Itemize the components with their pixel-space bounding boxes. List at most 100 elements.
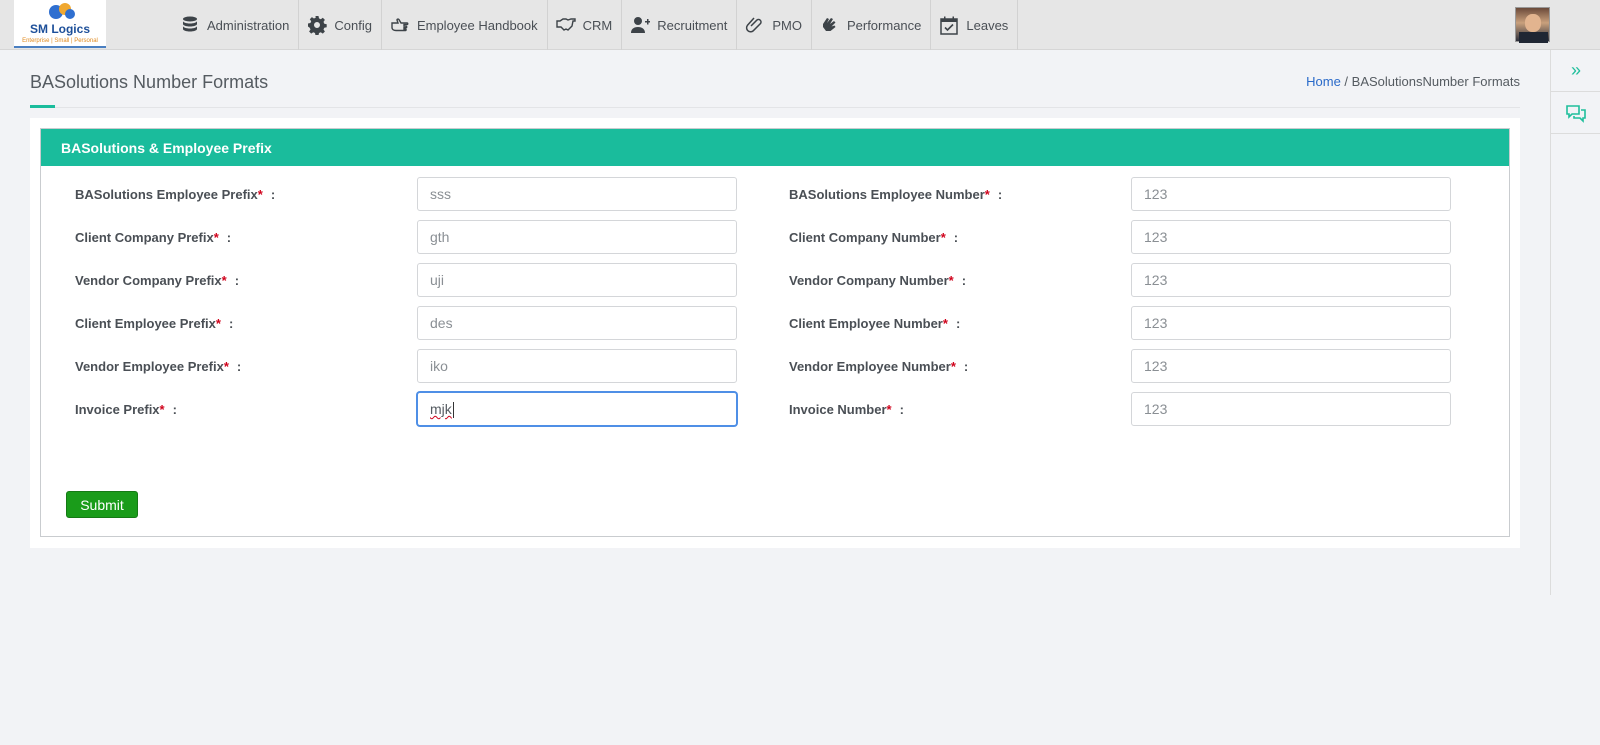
- main-nav: Administration Config Employee Handbook …: [172, 0, 1019, 50]
- number-input[interactable]: 123: [1131, 177, 1451, 211]
- nav-item-crm[interactable]: CRM: [548, 0, 623, 50]
- nav-item-performance[interactable]: Performance: [812, 0, 932, 50]
- nav-label: Performance: [846, 17, 922, 33]
- nav-item-employee-handbook[interactable]: Employee Handbook: [382, 0, 548, 50]
- nav-label: PMO: [772, 17, 802, 33]
- label-text: BASolutions Employee Number: [789, 187, 985, 202]
- label-colon: :: [953, 230, 959, 245]
- number-input[interactable]: 123: [1131, 392, 1451, 426]
- nav-item-config[interactable]: Config: [299, 0, 382, 50]
- label-colon: :: [172, 402, 177, 417]
- nav-item-recruitment[interactable]: Recruitment: [622, 0, 738, 50]
- chat-button[interactable]: [1551, 92, 1600, 134]
- nav-item-pmo[interactable]: PMO: [737, 0, 812, 50]
- right-sidebar: »: [1550, 50, 1600, 595]
- input-value: gth: [430, 229, 450, 245]
- label-text: Client Company Number: [789, 230, 941, 245]
- expand-sidebar-button[interactable]: »: [1551, 50, 1600, 92]
- prefix-field-label: BASolutions Employee Prefix*:: [75, 187, 275, 202]
- input-value: 123: [1144, 272, 1168, 288]
- nav-label: CRM: [582, 17, 613, 33]
- input-value: 123: [1144, 186, 1168, 202]
- input-value: sss: [430, 186, 451, 202]
- avatar[interactable]: [1515, 7, 1550, 43]
- double-chevron-right-icon: »: [1570, 60, 1581, 80]
- required-asterisk: *: [223, 359, 229, 374]
- number-field-label: Client Employee Number*:: [789, 316, 960, 331]
- label-text: Vendor Company Prefix: [75, 273, 222, 288]
- label-text: BASolutions Employee Prefix: [75, 187, 258, 202]
- brand-logo[interactable]: SM Logics Enterprise | Small | Personal: [14, 0, 106, 48]
- hand-pointer-icon: [391, 18, 409, 32]
- required-asterisk: *: [159, 402, 165, 417]
- nav-label: Recruitment: [657, 17, 728, 33]
- prefix-field-label: Invoice Prefix*:: [75, 402, 177, 417]
- title-underline: [30, 105, 55, 108]
- prefix-panel: BASolutions & Employee Prefix BASolution…: [40, 128, 1510, 537]
- label-text: Vendor Employee Number: [789, 359, 951, 374]
- input-value: uji: [430, 272, 445, 288]
- label-text: Invoice Number: [789, 402, 887, 417]
- breadcrumb-home-link[interactable]: Home: [1306, 74, 1341, 89]
- sign-language-icon: [822, 18, 836, 31]
- number-input[interactable]: 123: [1131, 306, 1451, 340]
- prefix-field-label: Vendor Company Prefix*:: [75, 273, 239, 288]
- input-value: 123: [1144, 315, 1168, 331]
- required-asterisk: *: [948, 273, 954, 288]
- nav-item-administration[interactable]: Administration: [172, 0, 300, 50]
- label-colon: :: [963, 359, 969, 374]
- nav-item-leaves[interactable]: Leaves: [931, 0, 1019, 50]
- input-value: 123: [1144, 358, 1168, 374]
- prefix-input[interactable]: des: [417, 306, 737, 340]
- number-field-label: Vendor Company Number*:: [789, 273, 966, 288]
- submit-button[interactable]: Submit: [66, 491, 138, 518]
- required-asterisk: *: [984, 187, 990, 202]
- input-value: iko: [430, 358, 448, 374]
- required-asterisk: *: [950, 359, 956, 374]
- number-input[interactable]: 123: [1131, 349, 1451, 383]
- prefix-input[interactable]: uji: [417, 263, 737, 297]
- prefix-input[interactable]: mjk: [417, 392, 737, 426]
- label-text: Client Employee Number: [789, 316, 943, 331]
- label-text: Vendor Employee Prefix: [75, 359, 224, 374]
- cloud-logo-icon: [49, 3, 75, 19]
- label-colon: :: [228, 316, 234, 331]
- number-input[interactable]: 123: [1131, 263, 1451, 297]
- calendar-check-icon: [940, 16, 959, 35]
- label-colon: :: [236, 359, 242, 374]
- label-colon: :: [226, 230, 232, 245]
- input-value: 123: [1144, 401, 1168, 417]
- database-icon: [183, 16, 197, 32]
- prefix-field-label: Vendor Employee Prefix*:: [75, 359, 241, 374]
- panel-heading: BASolutions & Employee Prefix: [41, 129, 1509, 166]
- label-colon: :: [997, 187, 1003, 202]
- input-value: des: [430, 315, 453, 331]
- prefix-field-label: Client Employee Prefix*:: [75, 316, 233, 331]
- label-colon: :: [961, 273, 967, 288]
- required-asterisk: *: [213, 230, 219, 245]
- label-text: Client Employee Prefix: [75, 316, 216, 331]
- prefix-input[interactable]: sss: [417, 177, 737, 211]
- comments-icon: [1566, 104, 1586, 123]
- breadcrumb-current: BASolutionsNumber Formats: [1351, 74, 1520, 89]
- prefix-input[interactable]: gth: [417, 220, 737, 254]
- number-input[interactable]: 123: [1131, 220, 1451, 254]
- label-text: Invoice Prefix: [75, 402, 160, 417]
- brand-tagline: Enterprise | Small | Personal: [22, 38, 98, 44]
- input-value: mjk: [430, 401, 452, 417]
- nav-label: Employee Handbook: [416, 17, 538, 33]
- top-navbar: SM Logics Enterprise | Small | Personal …: [0, 0, 1600, 50]
- label-colon: :: [234, 273, 240, 288]
- prefix-input[interactable]: iko: [417, 349, 737, 383]
- number-field-label: Client Company Number*:: [789, 230, 958, 245]
- label-text: Client Company Prefix: [75, 230, 214, 245]
- nav-label: Config: [334, 17, 372, 33]
- nav-label: Leaves: [966, 17, 1009, 33]
- page-title: BASolutions Number Formats: [30, 72, 269, 92]
- required-asterisk: *: [221, 273, 227, 288]
- nav-label: Administration: [207, 17, 290, 33]
- paperclip-icon: [746, 17, 763, 33]
- breadcrumb: Home / BASolutionsNumber Formats: [1306, 74, 1520, 89]
- prefix-field-label: Client Company Prefix*:: [75, 230, 231, 245]
- required-asterisk: *: [942, 316, 948, 331]
